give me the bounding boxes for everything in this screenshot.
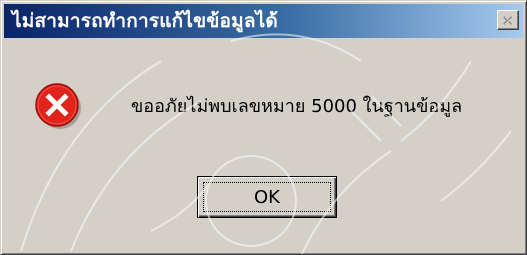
error-dialog: ไม่สามารถทำการแก้ไขข้อมูลได้ ขออภัยไม่พบ… <box>0 0 527 255</box>
dialog-title: ไม่สามารถทำการแก้ไขข้อมูลได้ <box>12 10 278 32</box>
ok-button-label: OK <box>254 186 280 208</box>
ok-button[interactable]: OK <box>197 176 337 218</box>
title-bar[interactable]: ไม่สามารถทำการแก้ไขข้อมูลได้ <box>4 4 523 38</box>
error-message: ขออภัยไม่พบเลขหมาย 5000 ในฐานข้อมูล <box>131 96 463 117</box>
close-icon <box>503 15 514 25</box>
close-button[interactable] <box>497 10 519 30</box>
error-icon <box>35 83 81 129</box>
